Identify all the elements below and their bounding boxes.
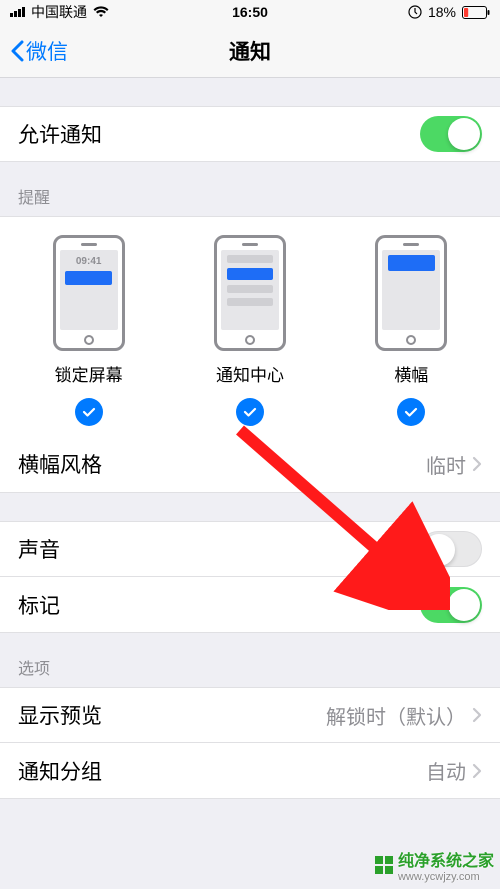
nav-bar: 微信 通知 [0,24,500,78]
back-button[interactable]: 微信 [0,36,68,66]
sound-cell: 声音 [0,521,500,577]
notificationcenter-label: 通知中心 [216,361,284,386]
back-label: 微信 [26,36,68,66]
lockscreen-preview-icon: 09:41 [53,235,125,351]
checkmark-icon [242,404,258,420]
show-preview-cell[interactable]: 显示预览 解锁时（默认） [0,687,500,743]
chevron-right-icon [472,763,482,779]
carrier-label: 中国联通 [31,2,87,22]
show-preview-label: 显示预览 [18,700,326,730]
badge-cell: 标记 [0,577,500,633]
watermark: 纯净系统之家 www.ycwjzy.com [374,847,494,883]
grouping-value: 自动 [426,756,466,785]
alert-notificationcenter-option[interactable]: 通知中心 [180,235,320,426]
watermark-text: 纯净系统之家 [398,853,494,870]
banner-style-cell[interactable]: 横幅风格 临时 [0,436,500,492]
page-title: 通知 [229,36,271,66]
signal-icon [10,7,25,17]
alerts-panel: 09:41 锁定屏幕 通知中心 [0,216,500,493]
checkmark-icon [403,404,419,420]
allow-notifications-cell: 允许通知 [0,106,500,162]
alert-banner-option[interactable]: 横幅 [341,235,481,426]
lockscreen-check[interactable] [75,398,103,426]
chevron-right-icon [472,456,482,472]
notificationcenter-check[interactable] [236,398,264,426]
allow-toggle[interactable] [420,116,482,152]
notificationcenter-preview-icon [214,235,286,351]
lockscreen-label: 锁定屏幕 [55,361,123,386]
wifi-icon [93,6,109,18]
watermark-url: www.ycwjzy.com [398,871,494,883]
banner-style-label: 横幅风格 [18,449,426,479]
banner-check[interactable] [397,398,425,426]
status-bar: 中国联通 16:50 18% [0,0,500,24]
clock: 16:50 [232,4,268,20]
allow-label: 允许通知 [18,119,420,149]
sound-label: 声音 [18,534,420,564]
chevron-left-icon [10,40,24,62]
alerts-header: 提醒 [0,162,500,216]
badge-label: 标记 [18,590,420,620]
notification-grouping-cell[interactable]: 通知分组 自动 [0,743,500,799]
grouping-label: 通知分组 [18,756,426,786]
watermark-icon [374,855,394,875]
options-header: 选项 [0,633,500,687]
rotation-lock-icon [408,5,422,19]
battery-percent: 18% [428,4,456,20]
alert-lockscreen-option[interactable]: 09:41 锁定屏幕 [19,235,159,426]
banner-preview-icon [375,235,447,351]
lockscreen-time: 09:41 [76,256,102,267]
checkmark-icon [81,404,97,420]
banner-style-value: 临时 [426,450,466,479]
show-preview-value: 解锁时（默认） [326,701,466,730]
battery-icon [462,6,490,19]
chevron-right-icon [472,707,482,723]
sound-toggle[interactable] [420,531,482,567]
banner-label: 横幅 [394,361,428,386]
badge-toggle[interactable] [420,587,482,623]
